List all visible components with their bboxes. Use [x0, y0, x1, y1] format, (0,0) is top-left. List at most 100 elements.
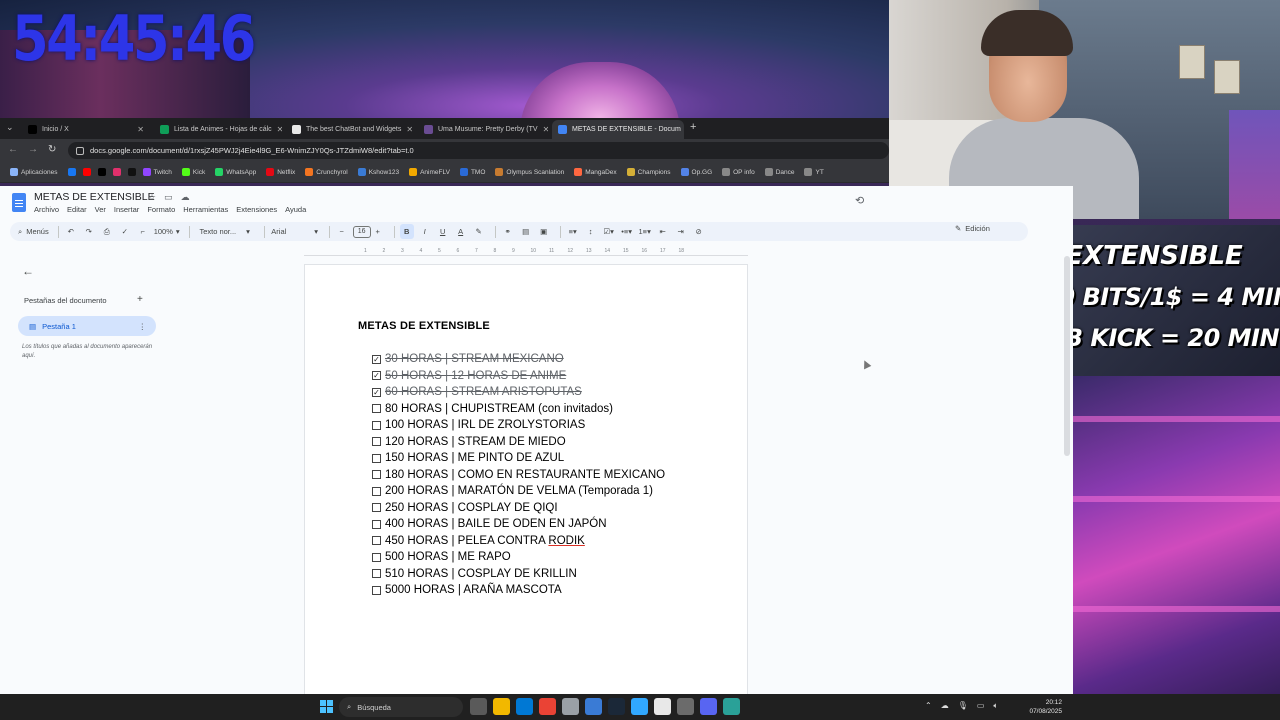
checklist-item[interactable]: 150 HORAS | ME PINTO DE AZUL [372, 450, 665, 467]
checklist-item[interactable]: 5000 HORAS | ARAÑA MASCOTA [372, 582, 665, 599]
taskbar-app-icon[interactable] [539, 698, 556, 715]
image-icon[interactable]: ▣ [537, 224, 551, 239]
close-icon[interactable]: ✕ [543, 125, 548, 134]
decrease-font-size-icon[interactable]: − [335, 224, 349, 239]
style-select[interactable]: Texto nor... ▾ [195, 224, 255, 239]
browser-tab[interactable]: Inicio / X ✕ [22, 120, 150, 139]
google-docs-logo-icon[interactable] [12, 193, 26, 212]
star-icon[interactable]: ☆ [148, 192, 156, 203]
document-title[interactable]: METAS DE EXTENSIBLE [34, 191, 155, 203]
taskbar-app-icon[interactable] [585, 698, 602, 715]
bookmark-item[interactable]: Kick [181, 168, 205, 176]
editing-mode-button[interactable]: ✎ Edición [955, 224, 990, 233]
horizontal-ruler[interactable]: 1 2 3 4 5 6 7 8 9 10 11 12 13 14 15 16 17 18 [304, 246, 748, 256]
unchecked-checkbox-icon[interactable] [372, 552, 381, 562]
underline-icon[interactable]: U [436, 224, 450, 239]
bookmark-item[interactable]: AnimeFLV [409, 168, 450, 176]
undo-icon[interactable]: ↶ [64, 224, 78, 239]
windows-start-icon[interactable] [320, 700, 333, 713]
taskbar-app-icon[interactable] [677, 698, 694, 715]
link-icon[interactable]: ⚭ [501, 224, 515, 239]
comment-icon[interactable]: ▤ [519, 224, 533, 239]
decrease-indent-icon[interactable]: ⇤ [656, 224, 670, 239]
bookmark-item[interactable]: Champions [626, 168, 671, 176]
checklist-icon[interactable]: ☑▾ [602, 224, 616, 239]
checked-checkbox-icon[interactable]: ✓ [372, 387, 381, 397]
text-color-icon[interactable]: A [454, 224, 468, 239]
taskbar-app-icon[interactable] [723, 698, 740, 715]
bookmark-item[interactable] [67, 168, 76, 176]
clear-formatting-icon[interactable]: ⊘ [692, 224, 706, 239]
more-options-icon[interactable]: ⋮ [139, 322, 147, 331]
checklist-item[interactable]: 80 HORAS | CHUPISTREAM (con invitados) [372, 401, 665, 418]
unchecked-checkbox-icon[interactable] [372, 404, 381, 414]
unchecked-checkbox-icon[interactable] [372, 536, 381, 546]
document-page[interactable]: METAS DE EXTENSIBLE ✓ 30 HORAS | STREAM M… [304, 264, 748, 694]
document-heading[interactable]: METAS DE EXTENSIBLE [358, 320, 490, 332]
menu-editar[interactable]: Editar [67, 205, 87, 214]
bookmark-item[interactable]: Twitch [142, 168, 172, 176]
taskbar-app-icon[interactable] [562, 698, 579, 715]
bookmark-item[interactable]: Netflix [266, 168, 295, 176]
volume-icon[interactable]: 🔈︎ [993, 701, 998, 711]
unchecked-checkbox-icon[interactable] [372, 470, 381, 480]
bookmark-item[interactable] [82, 168, 91, 176]
line-spacing-icon[interactable]: ↕ [584, 224, 598, 239]
unchecked-checkbox-icon[interactable] [372, 569, 381, 579]
print-icon[interactable]: ⎙ [100, 224, 114, 239]
checklist-item[interactable]: 100 HORAS | IRL DE ZROLYSTORIAS [372, 417, 665, 434]
tab-search-chevron-icon[interactable]: ⌄ [6, 122, 14, 133]
taskbar-app-icon[interactable] [700, 698, 717, 715]
close-icon[interactable]: ✕ [137, 125, 144, 134]
checklist-item[interactable]: ✓ 60 HORAS | STREAM ARISTOPUTAS [372, 384, 665, 401]
unchecked-checkbox-icon[interactable] [372, 519, 381, 529]
taskbar-app-icon[interactable] [631, 698, 648, 715]
increase-font-size-icon[interactable]: + [371, 224, 385, 239]
checklist-item[interactable]: 400 HORAS | BAILE DE ODEN EN JAPÓN [372, 516, 665, 533]
close-icon[interactable]: ✕ [406, 125, 413, 134]
taskbar-app-icon[interactable] [470, 698, 487, 715]
move-folder-icon[interactable]: ▭ [164, 192, 173, 203]
unchecked-checkbox-icon[interactable] [372, 486, 381, 496]
new-tab-icon[interactable]: + [690, 121, 696, 133]
network-icon[interactable]: ▭ [977, 701, 985, 711]
bookmark-item[interactable] [97, 168, 106, 176]
taskbar-clock[interactable]: 20:12 07/08/2025 [1020, 698, 1062, 716]
checklist-item[interactable]: ✓ 30 HORAS | STREAM MEXICANO [372, 351, 665, 368]
highlight-icon[interactable]: ✎ [472, 224, 486, 239]
redo-icon[interactable]: ↷ [82, 224, 96, 239]
checklist-item[interactable]: ✓ 50 HORAS | 12 HORAS DE ANIME [372, 368, 665, 385]
checklist-item[interactable]: 450 HORAS | PELEA CONTRA RODIK [372, 533, 665, 550]
menu-formato[interactable]: Formato [147, 205, 175, 214]
reload-icon[interactable]: ↻ [48, 144, 56, 155]
menu-herramientas[interactable]: Herramientas [183, 205, 228, 214]
bookmark-item[interactable]: MangaDex [574, 168, 617, 176]
unchecked-checkbox-icon[interactable] [372, 453, 381, 463]
menu-ayuda[interactable]: Ayuda [285, 205, 306, 214]
browser-tab[interactable]: Lista de Animes - Hojas de cálc ✕ [154, 120, 282, 139]
bookmark-item[interactable] [112, 168, 121, 176]
menu-extensiones[interactable]: Extensiones [236, 205, 277, 214]
checklist-item[interactable]: 250 HORAS | COSPLAY DE QIQI [372, 500, 665, 517]
bookmark-item[interactable]: Crunchyrol [305, 168, 348, 176]
menu-archivo[interactable]: Archivo [34, 205, 59, 214]
browser-tab[interactable]: Uma Musume: Pretty Derby (TV ✕ [418, 120, 548, 139]
vertical-scrollbar[interactable] [1064, 256, 1070, 456]
bookmark-item[interactable]: TMO [459, 168, 485, 176]
checklist-item[interactable]: 500 HORAS | ME RAPO [372, 549, 665, 566]
menus-search-button[interactable]: ⌕ Menús [18, 224, 49, 239]
unchecked-checkbox-icon[interactable] [372, 503, 381, 513]
onedrive-icon[interactable]: ☁ [941, 701, 949, 711]
taskbar-app-icon[interactable] [493, 698, 510, 715]
browser-tab-active[interactable]: METAS DE EXTENSIBLE - Docum ✕ [552, 120, 684, 139]
tray-chevron-icon[interactable]: ⌃ [925, 701, 932, 711]
taskbar-app-icon[interactable] [654, 698, 671, 715]
checklist-item[interactable]: 120 HORAS | STREAM DE MIEDO [372, 434, 665, 451]
browser-tab[interactable]: The best ChatBot and Widgets ✕ [286, 120, 414, 139]
bold-icon[interactable]: B [399, 224, 414, 239]
zoom-select[interactable]: 100% ▾ [154, 224, 180, 239]
bookmark-item[interactable]: Olympus Scanlation [495, 168, 564, 176]
spellcheck-icon[interactable]: ✓ [118, 224, 132, 239]
italic-icon[interactable]: I [418, 224, 432, 239]
increase-indent-icon[interactable]: ⇥ [674, 224, 688, 239]
